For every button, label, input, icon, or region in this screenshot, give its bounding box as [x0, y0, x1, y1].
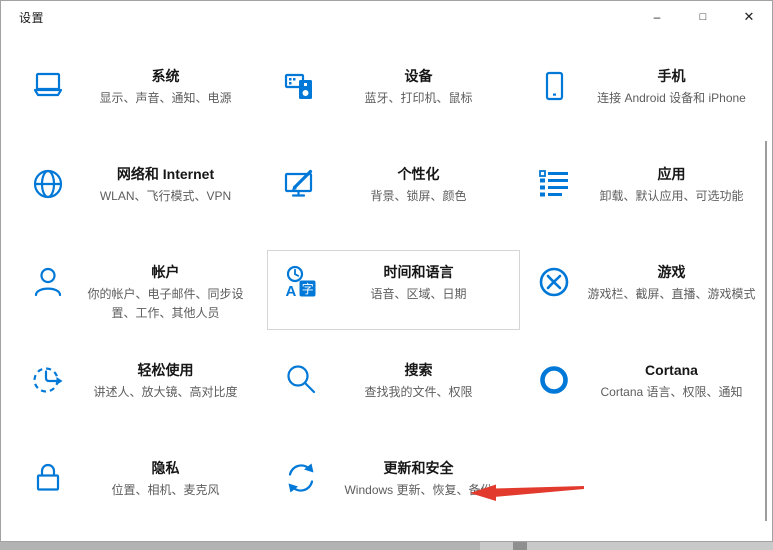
settings-tile-grid: 系统 显示、声音、通知、电源 设备 蓝牙、打印机、鼠标 手机 连接 Androi… — [14, 54, 773, 544]
tile-subtitle: WLAN、飞行模式、VPN — [81, 187, 250, 206]
vertical-scrollbar[interactable] — [765, 141, 767, 521]
laptop-icon — [31, 69, 65, 103]
tile-subtitle: Windows 更新、恢复、备份 — [334, 481, 503, 500]
window-title: 设置 — [1, 9, 44, 26]
person-icon — [31, 265, 65, 299]
globe-icon — [31, 167, 65, 201]
settings-window: 设置 – □ ✕ 系统 显示、声音、通知、电源 设备 蓝牙、打印机、鼠标 手机 … — [0, 0, 773, 542]
tile-subtitle: 卸载、默认应用、可选功能 — [587, 187, 756, 206]
tile-update-security[interactable]: 更新和安全 Windows 更新、恢复、备份 — [267, 446, 520, 526]
tile-apps[interactable]: 应用 卸载、默认应用、可选功能 — [520, 152, 773, 232]
tile-title: 时间和语言 — [384, 264, 454, 280]
tile-subtitle: 位置、相机、麦克风 — [81, 481, 250, 500]
tile-title: Cortana — [645, 362, 698, 378]
svg-text:A: A — [286, 283, 297, 299]
tile-subtitle: 查找我的文件、权限 — [334, 383, 503, 402]
tile-title: 系统 — [152, 68, 180, 84]
app-list-icon — [537, 167, 571, 201]
tile-title: 轻松使用 — [138, 362, 194, 378]
tile-title: 网络和 Internet — [117, 166, 214, 182]
bottom-strip-dark-segment — [513, 542, 527, 550]
tile-title: 游戏 — [658, 264, 686, 280]
tile-subtitle: 显示、声音、通知、电源 — [81, 89, 250, 108]
tile-subtitle: 讲述人、放大镜、高对比度 — [81, 383, 250, 402]
bottom-edge-strip — [0, 542, 773, 550]
clock-language-icon: A字 — [284, 265, 318, 299]
keyboard-speaker-icon — [284, 69, 318, 103]
tile-search[interactable]: 搜索 查找我的文件、权限 — [267, 348, 520, 428]
tile-gaming[interactable]: 游戏 游戏栏、截屏、直播、游戏模式 — [520, 250, 773, 330]
tile-accounts[interactable]: 帐户 你的帐户、电子邮件、同步设置、工作、其他人员 — [14, 250, 267, 330]
tile-title: 更新和安全 — [384, 460, 454, 476]
tile-subtitle: Cortana 语言、权限、通知 — [587, 383, 756, 402]
tile-system[interactable]: 系统 显示、声音、通知、电源 — [14, 54, 267, 134]
tile-time-language[interactable]: A字 时间和语言 语音、区域、日期 — [267, 250, 520, 330]
tile-title: 设备 — [405, 68, 433, 84]
cortana-ring-icon — [537, 363, 571, 397]
svg-text:字: 字 — [302, 281, 314, 296]
tile-privacy[interactable]: 隐私 位置、相机、麦克风 — [14, 446, 267, 526]
tile-title: 搜索 — [405, 362, 433, 378]
tile-title: 应用 — [658, 166, 686, 182]
window-controls: – □ ✕ — [634, 1, 772, 32]
settings-screenshot: 设置 – □ ✕ 系统 显示、声音、通知、电源 设备 蓝牙、打印机、鼠标 手机 … — [0, 0, 773, 550]
monitor-pen-icon — [284, 167, 318, 201]
tile-title: 帐户 — [152, 264, 180, 280]
close-button[interactable]: ✕ — [726, 1, 772, 32]
tile-network[interactable]: 网络和 Internet WLAN、飞行模式、VPN — [14, 152, 267, 232]
tile-subtitle: 蓝牙、打印机、鼠标 — [334, 89, 503, 108]
tile-personalization[interactable]: 个性化 背景、锁屏、颜色 — [267, 152, 520, 232]
tile-subtitle: 你的帐户、电子邮件、同步设置、工作、其他人员 — [81, 285, 250, 323]
tile-title: 手机 — [658, 68, 686, 84]
tile-subtitle: 语音、区域、日期 — [334, 285, 503, 304]
phone-icon — [537, 69, 571, 103]
search-icon — [284, 363, 318, 397]
tile-phone[interactable]: 手机 连接 Android 设备和 iPhone — [520, 54, 773, 134]
tile-title: 隐私 — [152, 460, 180, 476]
minimize-button[interactable]: – — [634, 1, 680, 32]
tile-devices[interactable]: 设备 蓝牙、打印机、鼠标 — [267, 54, 520, 134]
tile-subtitle: 连接 Android 设备和 iPhone — [587, 89, 756, 108]
tile-subtitle: 游戏栏、截屏、直播、游戏模式 — [587, 285, 756, 304]
sync-arrows-icon — [284, 461, 318, 495]
tile-subtitle: 背景、锁屏、颜色 — [334, 187, 503, 206]
xbox-icon — [537, 265, 571, 299]
titlebar: 设置 – □ ✕ — [1, 1, 772, 33]
lock-icon — [31, 461, 65, 495]
ease-of-access-icon — [31, 363, 65, 397]
tile-cortana[interactable]: Cortana Cortana 语言、权限、通知 — [520, 348, 773, 428]
tile-title: 个性化 — [398, 166, 440, 182]
maximize-button[interactable]: □ — [680, 1, 726, 32]
tile-ease-of-access[interactable]: 轻松使用 讲述人、放大镜、高对比度 — [14, 348, 267, 428]
